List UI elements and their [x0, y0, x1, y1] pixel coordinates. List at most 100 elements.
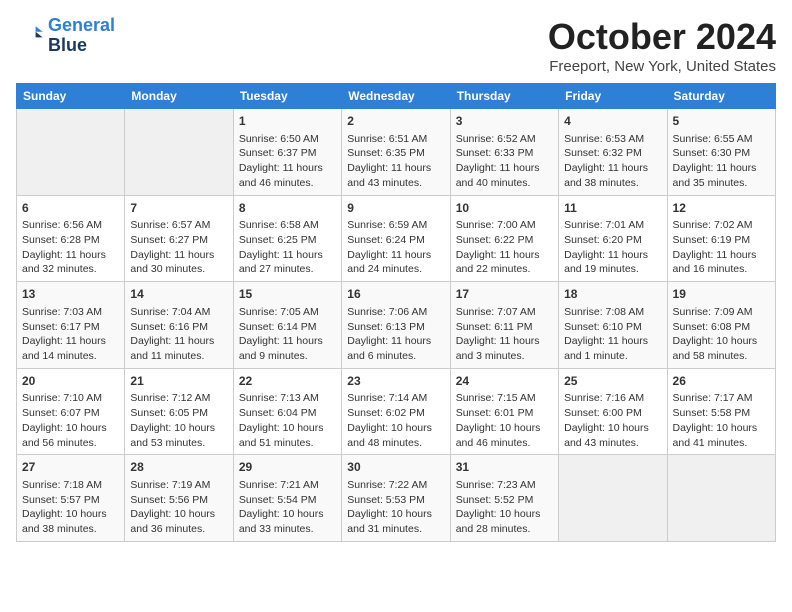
calendar-cell: 10Sunrise: 7:00 AMSunset: 6:22 PMDayligh… — [450, 195, 558, 282]
calendar-week-row: 27Sunrise: 7:18 AMSunset: 5:57 PMDayligh… — [17, 455, 776, 542]
day-info-line: and 58 minutes. — [673, 349, 770, 364]
day-info-line: Sunrise: 6:50 AM — [239, 132, 336, 147]
day-info-line: and 24 minutes. — [347, 262, 444, 277]
day-info-line: Sunset: 6:24 PM — [347, 233, 444, 248]
day-info-line: Daylight: 11 hours — [130, 334, 227, 349]
calendar-cell: 5Sunrise: 6:55 AMSunset: 6:30 PMDaylight… — [667, 109, 775, 196]
day-number: 18 — [564, 286, 661, 303]
day-info-line: Daylight: 10 hours — [456, 421, 553, 436]
day-info-line: Sunrise: 7:21 AM — [239, 478, 336, 493]
day-info-line: and 16 minutes. — [673, 262, 770, 277]
day-number: 29 — [239, 459, 336, 476]
weekday-header: Sunday — [17, 84, 125, 109]
day-number: 26 — [673, 373, 770, 390]
day-info-line: Sunrise: 7:05 AM — [239, 305, 336, 320]
day-info-line: Daylight: 10 hours — [22, 507, 119, 522]
calendar-cell: 27Sunrise: 7:18 AMSunset: 5:57 PMDayligh… — [17, 455, 125, 542]
weekday-header: Saturday — [667, 84, 775, 109]
day-info-line: and 28 minutes. — [456, 522, 553, 537]
day-info-line: Sunrise: 6:53 AM — [564, 132, 661, 147]
day-info-line: and 14 minutes. — [22, 349, 119, 364]
weekday-header: Tuesday — [233, 84, 341, 109]
logo-text: GeneralBlue — [48, 16, 115, 56]
month-title: October 2024 — [548, 16, 776, 58]
day-info-line: Daylight: 10 hours — [130, 421, 227, 436]
day-info-line: and 22 minutes. — [456, 262, 553, 277]
calendar-cell: 24Sunrise: 7:15 AMSunset: 6:01 PMDayligh… — [450, 368, 558, 455]
day-number: 14 — [130, 286, 227, 303]
calendar-cell: 19Sunrise: 7:09 AMSunset: 6:08 PMDayligh… — [667, 282, 775, 369]
calendar-cell: 12Sunrise: 7:02 AMSunset: 6:19 PMDayligh… — [667, 195, 775, 282]
day-number: 2 — [347, 113, 444, 130]
calendar-cell: 28Sunrise: 7:19 AMSunset: 5:56 PMDayligh… — [125, 455, 233, 542]
day-info-line: Daylight: 11 hours — [564, 334, 661, 349]
day-info-line: Sunset: 6:27 PM — [130, 233, 227, 248]
day-info-line: Daylight: 10 hours — [347, 507, 444, 522]
day-info-line: Sunrise: 7:01 AM — [564, 218, 661, 233]
day-info-line: Sunrise: 7:10 AM — [22, 391, 119, 406]
calendar-body: 1Sunrise: 6:50 AMSunset: 6:37 PMDaylight… — [17, 109, 776, 542]
day-info-line: and 35 minutes. — [673, 176, 770, 191]
title-block: October 2024 Freeport, New York, United … — [548, 16, 776, 75]
page-header: GeneralBlue October 2024 Freeport, New Y… — [16, 16, 776, 75]
calendar-cell: 25Sunrise: 7:16 AMSunset: 6:00 PMDayligh… — [559, 368, 667, 455]
calendar-cell — [125, 109, 233, 196]
day-info-line: Sunrise: 7:00 AM — [456, 218, 553, 233]
day-info-line: Daylight: 11 hours — [22, 248, 119, 263]
day-info-line: Sunrise: 7:04 AM — [130, 305, 227, 320]
day-info-line: Daylight: 11 hours — [456, 161, 553, 176]
day-info-line: Sunrise: 7:08 AM — [564, 305, 661, 320]
day-info-line: Daylight: 10 hours — [456, 507, 553, 522]
day-info-line: Daylight: 10 hours — [673, 334, 770, 349]
day-info-line: Sunset: 6:30 PM — [673, 146, 770, 161]
day-info-line: Daylight: 11 hours — [456, 248, 553, 263]
day-info-line: Sunrise: 7:18 AM — [22, 478, 119, 493]
day-info-line: Sunrise: 7:19 AM — [130, 478, 227, 493]
calendar-cell: 14Sunrise: 7:04 AMSunset: 6:16 PMDayligh… — [125, 282, 233, 369]
day-info-line: Sunrise: 6:51 AM — [347, 132, 444, 147]
day-info-line: and 9 minutes. — [239, 349, 336, 364]
day-number: 4 — [564, 113, 661, 130]
day-info-line: and 43 minutes. — [347, 176, 444, 191]
day-info-line: Sunrise: 7:23 AM — [456, 478, 553, 493]
calendar-cell: 17Sunrise: 7:07 AMSunset: 6:11 PMDayligh… — [450, 282, 558, 369]
calendar-cell: 18Sunrise: 7:08 AMSunset: 6:10 PMDayligh… — [559, 282, 667, 369]
day-info-line: Daylight: 11 hours — [673, 248, 770, 263]
day-info-line: Sunset: 6:02 PM — [347, 406, 444, 421]
calendar-cell — [559, 455, 667, 542]
day-info-line: Sunrise: 7:03 AM — [22, 305, 119, 320]
day-info-line: Sunset: 6:00 PM — [564, 406, 661, 421]
day-info-line: and 19 minutes. — [564, 262, 661, 277]
day-number: 31 — [456, 459, 553, 476]
day-info-line: and 56 minutes. — [22, 436, 119, 451]
day-info-line: Daylight: 10 hours — [673, 421, 770, 436]
day-info-line: and 33 minutes. — [239, 522, 336, 537]
calendar-table: SundayMondayTuesdayWednesdayThursdayFrid… — [16, 83, 776, 542]
calendar-cell: 11Sunrise: 7:01 AMSunset: 6:20 PMDayligh… — [559, 195, 667, 282]
day-info-line: Daylight: 11 hours — [239, 161, 336, 176]
day-info-line: and 40 minutes. — [456, 176, 553, 191]
day-info-line: and 36 minutes. — [130, 522, 227, 537]
day-info-line: Sunrise: 7:15 AM — [456, 391, 553, 406]
calendar-cell: 16Sunrise: 7:06 AMSunset: 6:13 PMDayligh… — [342, 282, 450, 369]
day-info-line: Sunrise: 7:09 AM — [673, 305, 770, 320]
day-number: 8 — [239, 200, 336, 217]
day-info-line: Sunset: 6:05 PM — [130, 406, 227, 421]
day-info-line: Sunrise: 6:58 AM — [239, 218, 336, 233]
day-info-line: Sunrise: 7:06 AM — [347, 305, 444, 320]
weekday-header: Thursday — [450, 84, 558, 109]
day-info-line: Sunrise: 6:59 AM — [347, 218, 444, 233]
day-info-line: and 1 minute. — [564, 349, 661, 364]
day-info-line: Sunset: 6:33 PM — [456, 146, 553, 161]
day-info-line: Daylight: 11 hours — [239, 248, 336, 263]
day-number: 10 — [456, 200, 553, 217]
calendar-cell: 3Sunrise: 6:52 AMSunset: 6:33 PMDaylight… — [450, 109, 558, 196]
location: Freeport, New York, United States — [548, 58, 776, 75]
calendar-cell: 31Sunrise: 7:23 AMSunset: 5:52 PMDayligh… — [450, 455, 558, 542]
calendar-cell: 20Sunrise: 7:10 AMSunset: 6:07 PMDayligh… — [17, 368, 125, 455]
day-number: 22 — [239, 373, 336, 390]
day-info-line: Daylight: 11 hours — [22, 334, 119, 349]
day-info-line: Sunrise: 6:57 AM — [130, 218, 227, 233]
day-info-line: and 3 minutes. — [456, 349, 553, 364]
day-info-line: Sunrise: 7:16 AM — [564, 391, 661, 406]
